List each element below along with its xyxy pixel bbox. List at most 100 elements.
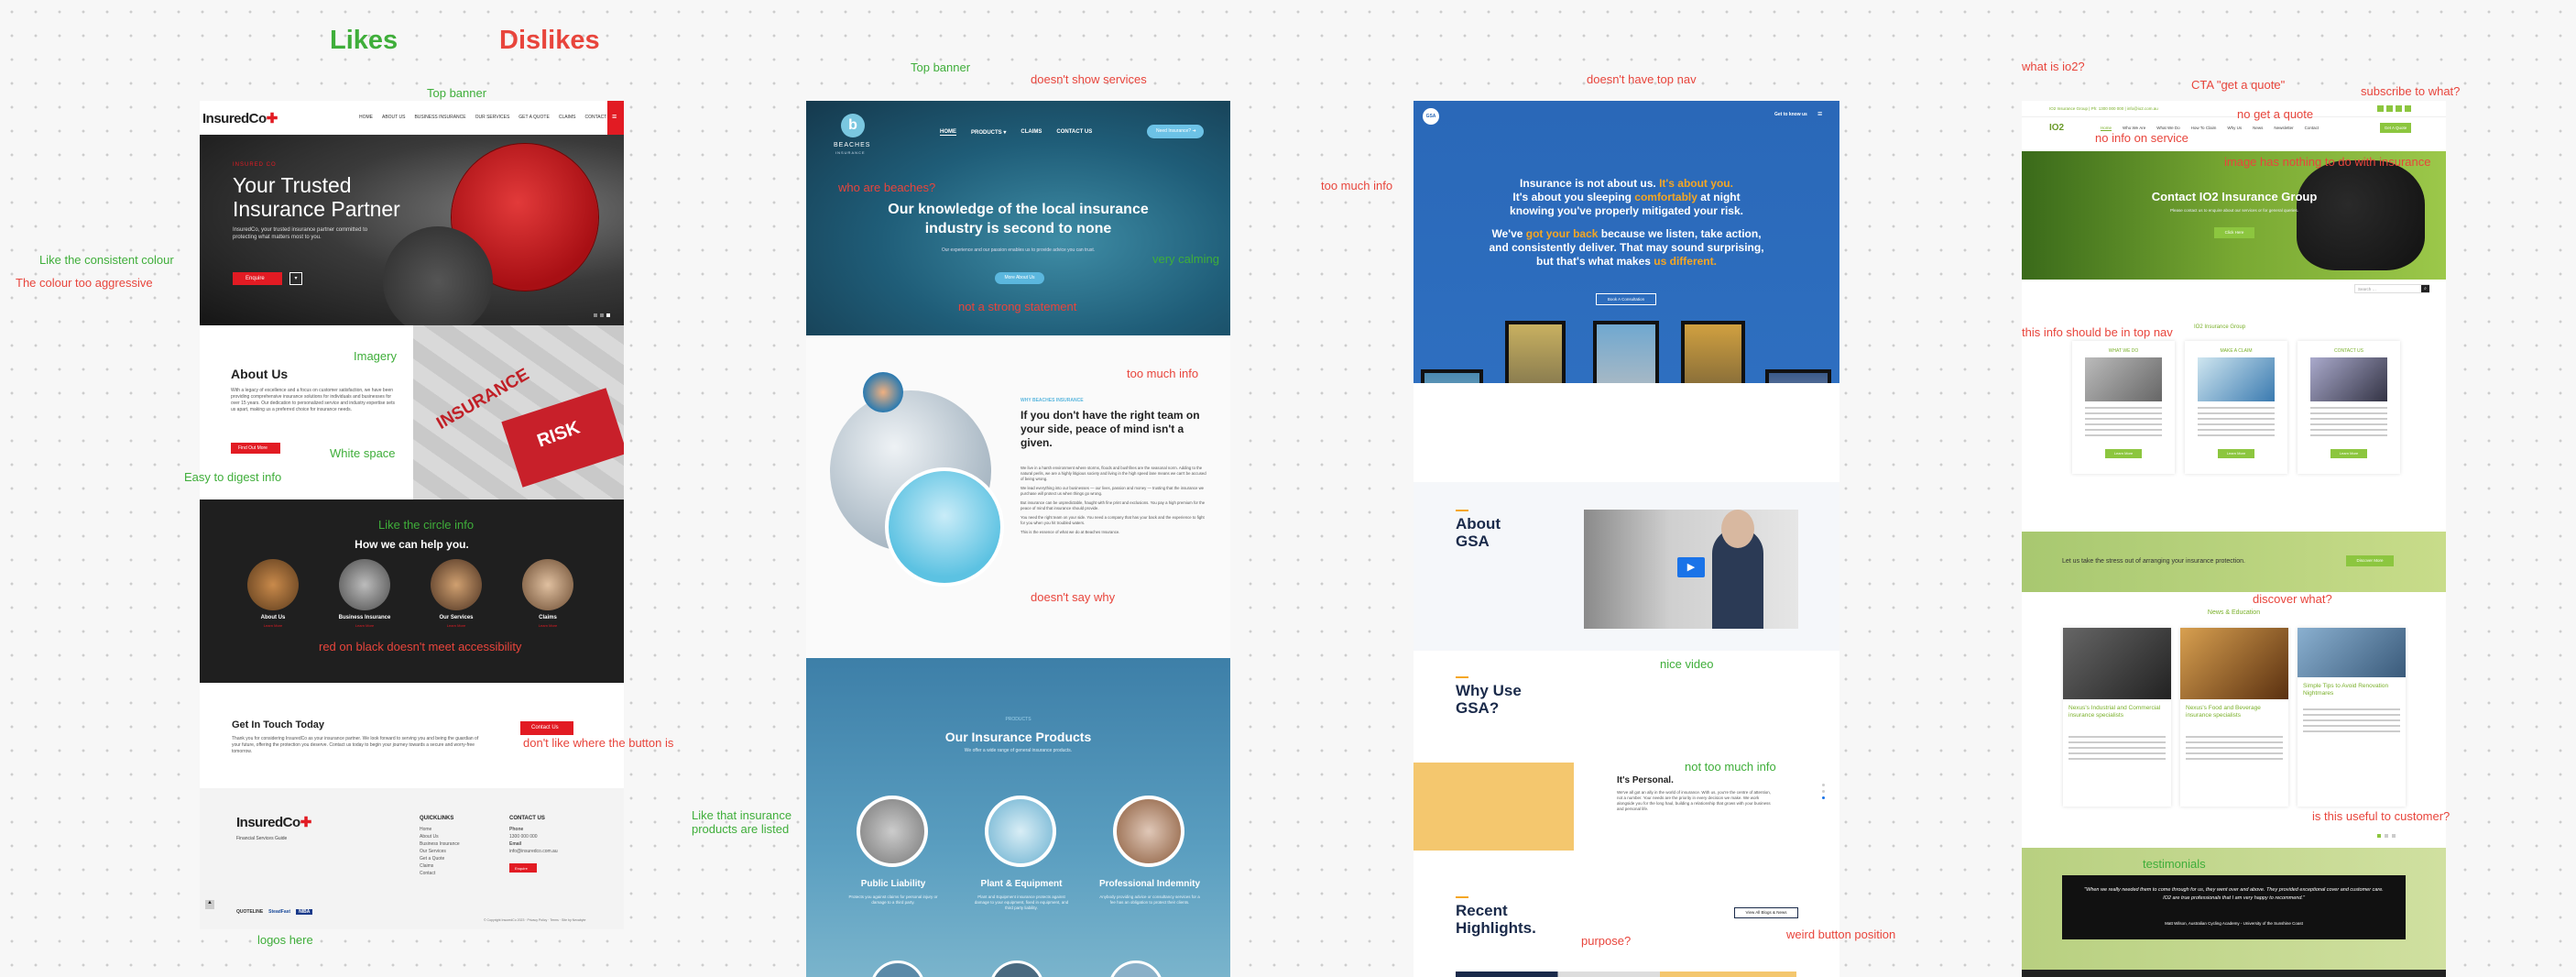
quicklink[interactable]: Get a Quote [420,855,460,862]
nav-item[interactable]: CONTACT [584,115,606,120]
nav-item[interactable]: Why Us [2227,126,2242,131]
nav-item[interactable]: GET A QUOTE [518,115,550,120]
product-image[interactable] [870,961,925,977]
services-circle-image[interactable] [431,559,482,610]
dislikes-heading: Dislikes [499,26,600,55]
product-image[interactable] [1108,961,1163,977]
nav-item[interactable]: News [2253,126,2263,131]
nav-item[interactable]: ABOUT US [382,115,405,120]
product-image[interactable] [989,961,1044,977]
professional-indemnity-image[interactable] [1113,796,1184,867]
learn-more-link[interactable]: Learn More [511,623,584,628]
puzzle-image: INSURANCE RISK [413,325,624,499]
about-circle-image[interactable] [247,559,299,610]
slider-dots[interactable] [1822,784,1825,799]
hero-text: Our experience and our passion enables u… [941,247,1096,253]
nav-item[interactable]: CLAIMS [559,115,576,120]
nav-item[interactable]: Newsletter [2274,126,2293,131]
news-card[interactable]: Nexus's Food and Beverage insurance spec… [2180,628,2288,807]
enquire-button[interactable]: Enquire [233,272,282,285]
telephone-image [2297,160,2425,270]
claims-circle-image[interactable] [522,559,573,610]
facebook-icon[interactable] [2377,105,2384,112]
nav-item[interactable]: HOME [359,115,373,120]
pagination-dots[interactable] [2377,834,2396,838]
get-to-know-link[interactable]: Get to know us [1774,112,1807,117]
annotation-like: White space [330,446,396,460]
hamburger-icon[interactable]: ≡ [1817,109,1822,118]
news-card[interactable]: Nexus's Industrial and Commercial insura… [2063,628,2171,807]
menu-button[interactable]: ≡ [607,101,624,135]
linkedin-icon[interactable] [2396,105,2402,112]
youtube-icon[interactable] [2405,105,2411,112]
annotation-dislike: who are beaches? [838,181,936,194]
io2-logo[interactable]: IO2 [2049,123,2064,133]
view-all-blogs-button[interactable]: View All Blogs & News [1734,907,1798,918]
search-icon[interactable]: ⌕ [2421,285,2429,292]
scroll-top-icon[interactable]: ▲ [205,900,214,909]
quicklink[interactable]: Claims [420,862,460,870]
search-input[interactable]: Search … ⌕ [2354,284,2429,293]
learn-more-link[interactable]: Learn More [328,623,401,628]
brand-sub: INSURANCE [835,150,866,155]
hero-kicker: INSURED CO [233,162,277,168]
find-out-more-button[interactable]: Find Out More [231,443,280,454]
service-card: MAKE A CLAIM Learn More [2185,341,2287,474]
gsa-logo[interactable]: GSA [1423,108,1439,125]
quicklink[interactable]: About Us [420,833,460,840]
nav-item[interactable]: CONTACT US [1056,129,1092,136]
quicklink[interactable]: Contact [420,870,460,877]
contact-us-button[interactable]: Contact Us [520,721,573,735]
nav-item[interactable]: Contact [2305,126,2319,131]
io2-screenshot: IO2 Insurance Group | Ph: 1300 000 000 |… [2022,101,2446,977]
beaches-products: PRODUCTS Our Insurance Products We offer… [806,658,1230,977]
learn-more-button[interactable]: Learn More [2218,449,2254,458]
book-consultation-button[interactable]: Book A Consultation [1596,293,1656,305]
play-icon[interactable]: ▶ [1677,557,1705,577]
contact-lines: Phone 1300 000 000 Email info@insuredco.… [509,827,558,854]
discover-more-button[interactable]: Discover More [2346,555,2394,566]
testimonial-author: Matt Wilson, Australian Cycling Academy … [2165,921,2303,926]
annotation-dislike: purpose? [1581,934,1632,948]
public-liability-image[interactable] [857,796,928,867]
plant-equipment-image[interactable] [985,796,1056,867]
quicklink[interactable]: Home [420,826,460,833]
nav-item[interactable]: BUSINESS INSURANCE [414,115,465,120]
click-here-button[interactable]: Click Here [2214,227,2254,238]
learn-more-button[interactable]: Learn More [2105,449,2142,458]
get-a-quote-button[interactable]: Get A Quote [2380,123,2411,133]
personal-title: It's Personal. [1617,775,1674,785]
personal-text: We've all got an ally in the world of in… [1617,790,1771,811]
chevron-down-icon[interactable]: ▾ [289,272,302,285]
nav-item[interactable]: How To Claim [2191,126,2217,131]
twitter-icon[interactable] [2386,105,2393,112]
nav-item[interactable]: OUR SERVICES [475,115,510,120]
slider-dots[interactable] [594,313,610,317]
learn-more-link[interactable]: Learn More [236,623,310,628]
insuredco-logo[interactable]: InsuredCo✚ [202,110,278,126]
nav-item[interactable]: PRODUCTS ▾ [971,129,1006,136]
fsg-link[interactable]: Financial Services Guide [236,836,287,841]
annotation-like: nice video [1660,657,1714,671]
annotation-like: Top banner [911,60,971,74]
social-icons [2377,105,2411,112]
beaches-logo[interactable]: b [841,114,865,137]
need-insurance-button[interactable]: Need Insurance? ➜ [1147,125,1204,138]
more-about-us-button[interactable]: More About Us [995,272,1044,284]
why-paragraphs: We live in a harsh environment where sto… [1021,466,1206,534]
learn-more-button[interactable]: Learn More [2330,449,2367,458]
about-video[interactable]: ▶ [1584,510,1798,629]
nav-item[interactable]: CLAIMS [1021,129,1042,136]
business-circle-image[interactable] [339,559,390,610]
footer-enquire-button[interactable]: Enquire [509,863,537,873]
touch-text: Thank you for considering InsuredCo as y… [232,736,479,754]
io2-nav-bar: IO2 Home Who We Are What We Do How To Cl… [2022,117,2446,139]
quicklinks-list: Home About Us Business Insurance Our Ser… [420,826,460,877]
quicklink[interactable]: Business Insurance [420,840,460,848]
footer-logo[interactable]: InsuredCo✚ [236,814,311,830]
nav-item[interactable]: HOME [940,129,956,136]
quicklink[interactable]: Our Services [420,848,460,855]
learn-more-link[interactable]: Learn More [420,623,493,628]
gsa-about: About GSA ▶ [1414,482,1839,651]
news-card[interactable]: Simple Tips to Avoid Renovation Nightmar… [2298,628,2406,807]
